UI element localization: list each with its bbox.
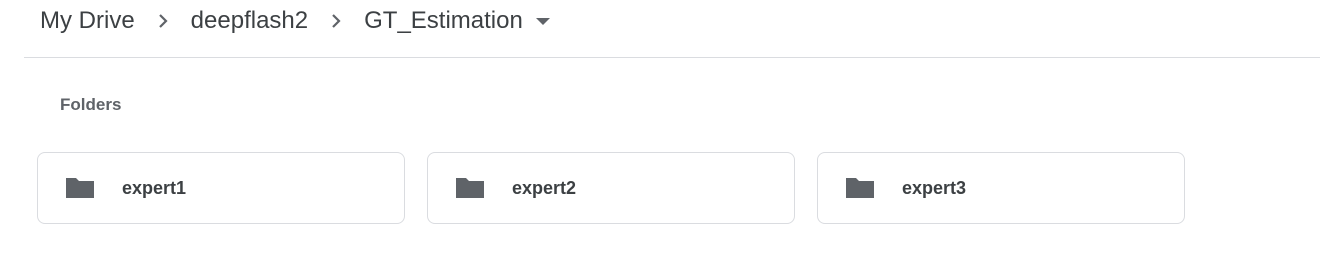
breadcrumb-current-folder[interactable]: GT_Estimation (352, 0, 535, 42)
caret-down-icon[interactable] (531, 9, 555, 33)
folder-icon (454, 176, 486, 200)
chevron-right-icon (324, 9, 348, 33)
header-divider (24, 57, 1320, 58)
breadcrumb-my-drive[interactable]: My Drive (28, 0, 147, 42)
breadcrumb: My Drive deepflash2 GT_Estimation (28, 0, 555, 42)
folder-card-expert3[interactable]: expert3 (817, 152, 1185, 224)
folder-name: expert1 (122, 177, 187, 198)
breadcrumb-deepflash2[interactable]: deepflash2 (179, 0, 320, 42)
folders-grid: expert1 expert2 expert3 (37, 152, 1185, 224)
folder-card-expert2[interactable]: expert2 (427, 152, 795, 224)
folder-icon (844, 176, 876, 200)
folders-section-title: Folders (60, 95, 122, 114)
folder-card-expert1[interactable]: expert1 (37, 152, 405, 224)
chevron-right-icon (151, 9, 175, 33)
folder-name: expert2 (512, 177, 577, 198)
folder-name: expert3 (902, 177, 967, 198)
folder-icon (64, 176, 96, 200)
